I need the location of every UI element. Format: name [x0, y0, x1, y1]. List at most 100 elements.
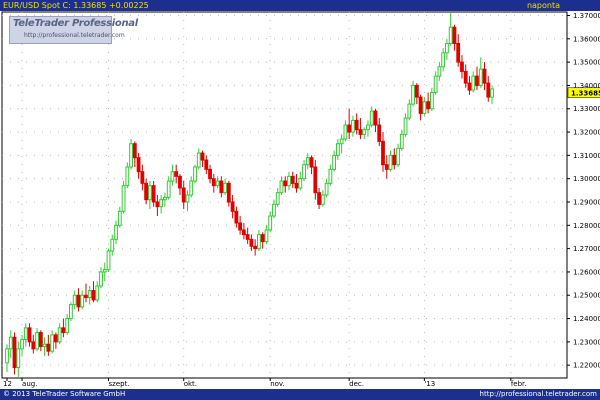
candle-body-up	[80, 294, 85, 308]
y-tick-label: 1.31000	[573, 152, 600, 160]
y-tick-label: 1.29000	[573, 198, 600, 206]
candle-body-up	[287, 175, 291, 187]
candle-body-up	[433, 75, 438, 93]
candle-body-up	[163, 196, 167, 201]
logo-url: http://professional.teletrader.com	[24, 32, 125, 39]
candle-body-down	[31, 341, 36, 350]
candle-body-up	[65, 318, 70, 334]
candle-body-down	[482, 68, 487, 84]
candle-body-down	[377, 124, 382, 142]
candle-body-up	[478, 68, 483, 86]
candle-body-up	[366, 124, 370, 131]
candle-body-up	[448, 26, 453, 44]
candle-body-down	[46, 343, 51, 352]
candle-body-up	[490, 88, 494, 98]
candle-body-down	[238, 222, 243, 231]
candle-body-up	[166, 180, 171, 198]
candle-body-down	[178, 175, 182, 189]
y-tick-label: 1.24000	[573, 315, 600, 323]
y-tick-label: 1.35000	[573, 59, 600, 67]
candle-body-up	[196, 152, 201, 168]
x-tick-label: aug.	[22, 380, 37, 388]
candle-body-up	[388, 154, 393, 170]
candle-body-up	[125, 166, 130, 187]
candle-body-up	[257, 234, 261, 250]
candle-body-up	[362, 129, 367, 135]
candle-body-up	[189, 180, 194, 196]
candle-body-down	[174, 171, 179, 177]
chart-window: 1.22000 1.23000 1.24000 1.25000 1.26000 1.270…	[0, 0, 600, 400]
candle-body-up	[396, 147, 400, 166]
footer-bar: © 2013 TeleTrader Software GmbH http://p…	[0, 389, 600, 400]
candle-body-up	[223, 182, 227, 194]
candle-body-up	[121, 185, 126, 212]
candle-body-down	[384, 164, 389, 170]
candle-body-up	[441, 52, 446, 68]
candle-body-down	[294, 182, 299, 189]
candle-body-up	[437, 66, 442, 77]
x-tick-label: nov.	[270, 380, 285, 388]
candle-body-down	[253, 245, 258, 250]
candle-body-down	[155, 201, 160, 208]
candle-body-up	[305, 157, 310, 166]
candle-body-up	[99, 271, 103, 287]
x-tick-label: okt.	[184, 380, 197, 388]
candle-body-down	[467, 82, 472, 91]
candle-body-down	[53, 334, 58, 343]
candle-body-down	[76, 294, 81, 308]
candle-body-up	[185, 194, 190, 203]
x-tick-label: 12	[3, 380, 12, 388]
x-tick-label: dec.	[349, 380, 364, 388]
candle-body-up	[332, 154, 337, 170]
candle-body-up	[471, 75, 476, 91]
candle-body-up	[335, 143, 340, 156]
candle-body-up	[272, 203, 276, 217]
x-tick-label: szept.	[109, 380, 130, 388]
logo-title: TeleTrader Professional	[13, 18, 138, 29]
candle-body-up	[57, 327, 62, 343]
candle-body-down	[226, 182, 231, 203]
candle-body-down	[38, 332, 43, 348]
candle-body-down	[313, 166, 318, 194]
candle-body-up	[279, 180, 284, 194]
candle-body-up	[302, 164, 306, 180]
candle-body-down	[84, 294, 88, 299]
candle-body-down	[373, 110, 378, 126]
candle-body-up	[215, 180, 220, 187]
chart-title: EUR/USD Spot C: 1.33685 +0.00225	[3, 1, 149, 10]
candle-body-up	[117, 210, 122, 226]
candle-body-down	[486, 82, 491, 98]
candle-body-down	[463, 70, 468, 84]
y-tick-label: 1.30000	[573, 175, 600, 183]
candle-body-up	[35, 332, 39, 350]
candle-body-up	[328, 168, 333, 184]
candle-body-down	[200, 152, 205, 161]
candle-body-down	[136, 157, 141, 173]
candle-body-down	[91, 290, 96, 301]
candle-body-up	[429, 91, 434, 110]
candle-layer	[5, 13, 494, 377]
footer-link[interactable]: http://professional.teletrader.com	[480, 389, 597, 400]
candle-body-up	[275, 192, 280, 205]
candle-body-up	[114, 224, 118, 240]
candle-body-down	[245, 234, 250, 240]
candle-body-down	[452, 26, 457, 44]
period-label: naponta	[526, 1, 560, 10]
candle-body-up	[403, 117, 408, 135]
candle-body-down	[283, 180, 288, 187]
candle-body-up	[320, 194, 325, 205]
candle-body-down	[358, 129, 363, 135]
candle-body-up	[339, 138, 344, 145]
candle-body-up	[351, 119, 355, 133]
copyright-text: © 2013 TeleTrader Software GmbH	[3, 390, 126, 398]
candle-body-down	[317, 192, 321, 205]
candle-body-down	[426, 101, 431, 110]
candle-body-down	[211, 178, 216, 187]
candle-body-up	[106, 250, 111, 271]
y-tick-label: 1.33000	[573, 105, 600, 113]
candle-body-down	[249, 238, 254, 247]
candle-body-up	[445, 42, 449, 54]
candle-body-up	[5, 348, 9, 364]
y-tick-label: 1.27000	[573, 245, 600, 253]
candle-body-down	[290, 175, 295, 184]
